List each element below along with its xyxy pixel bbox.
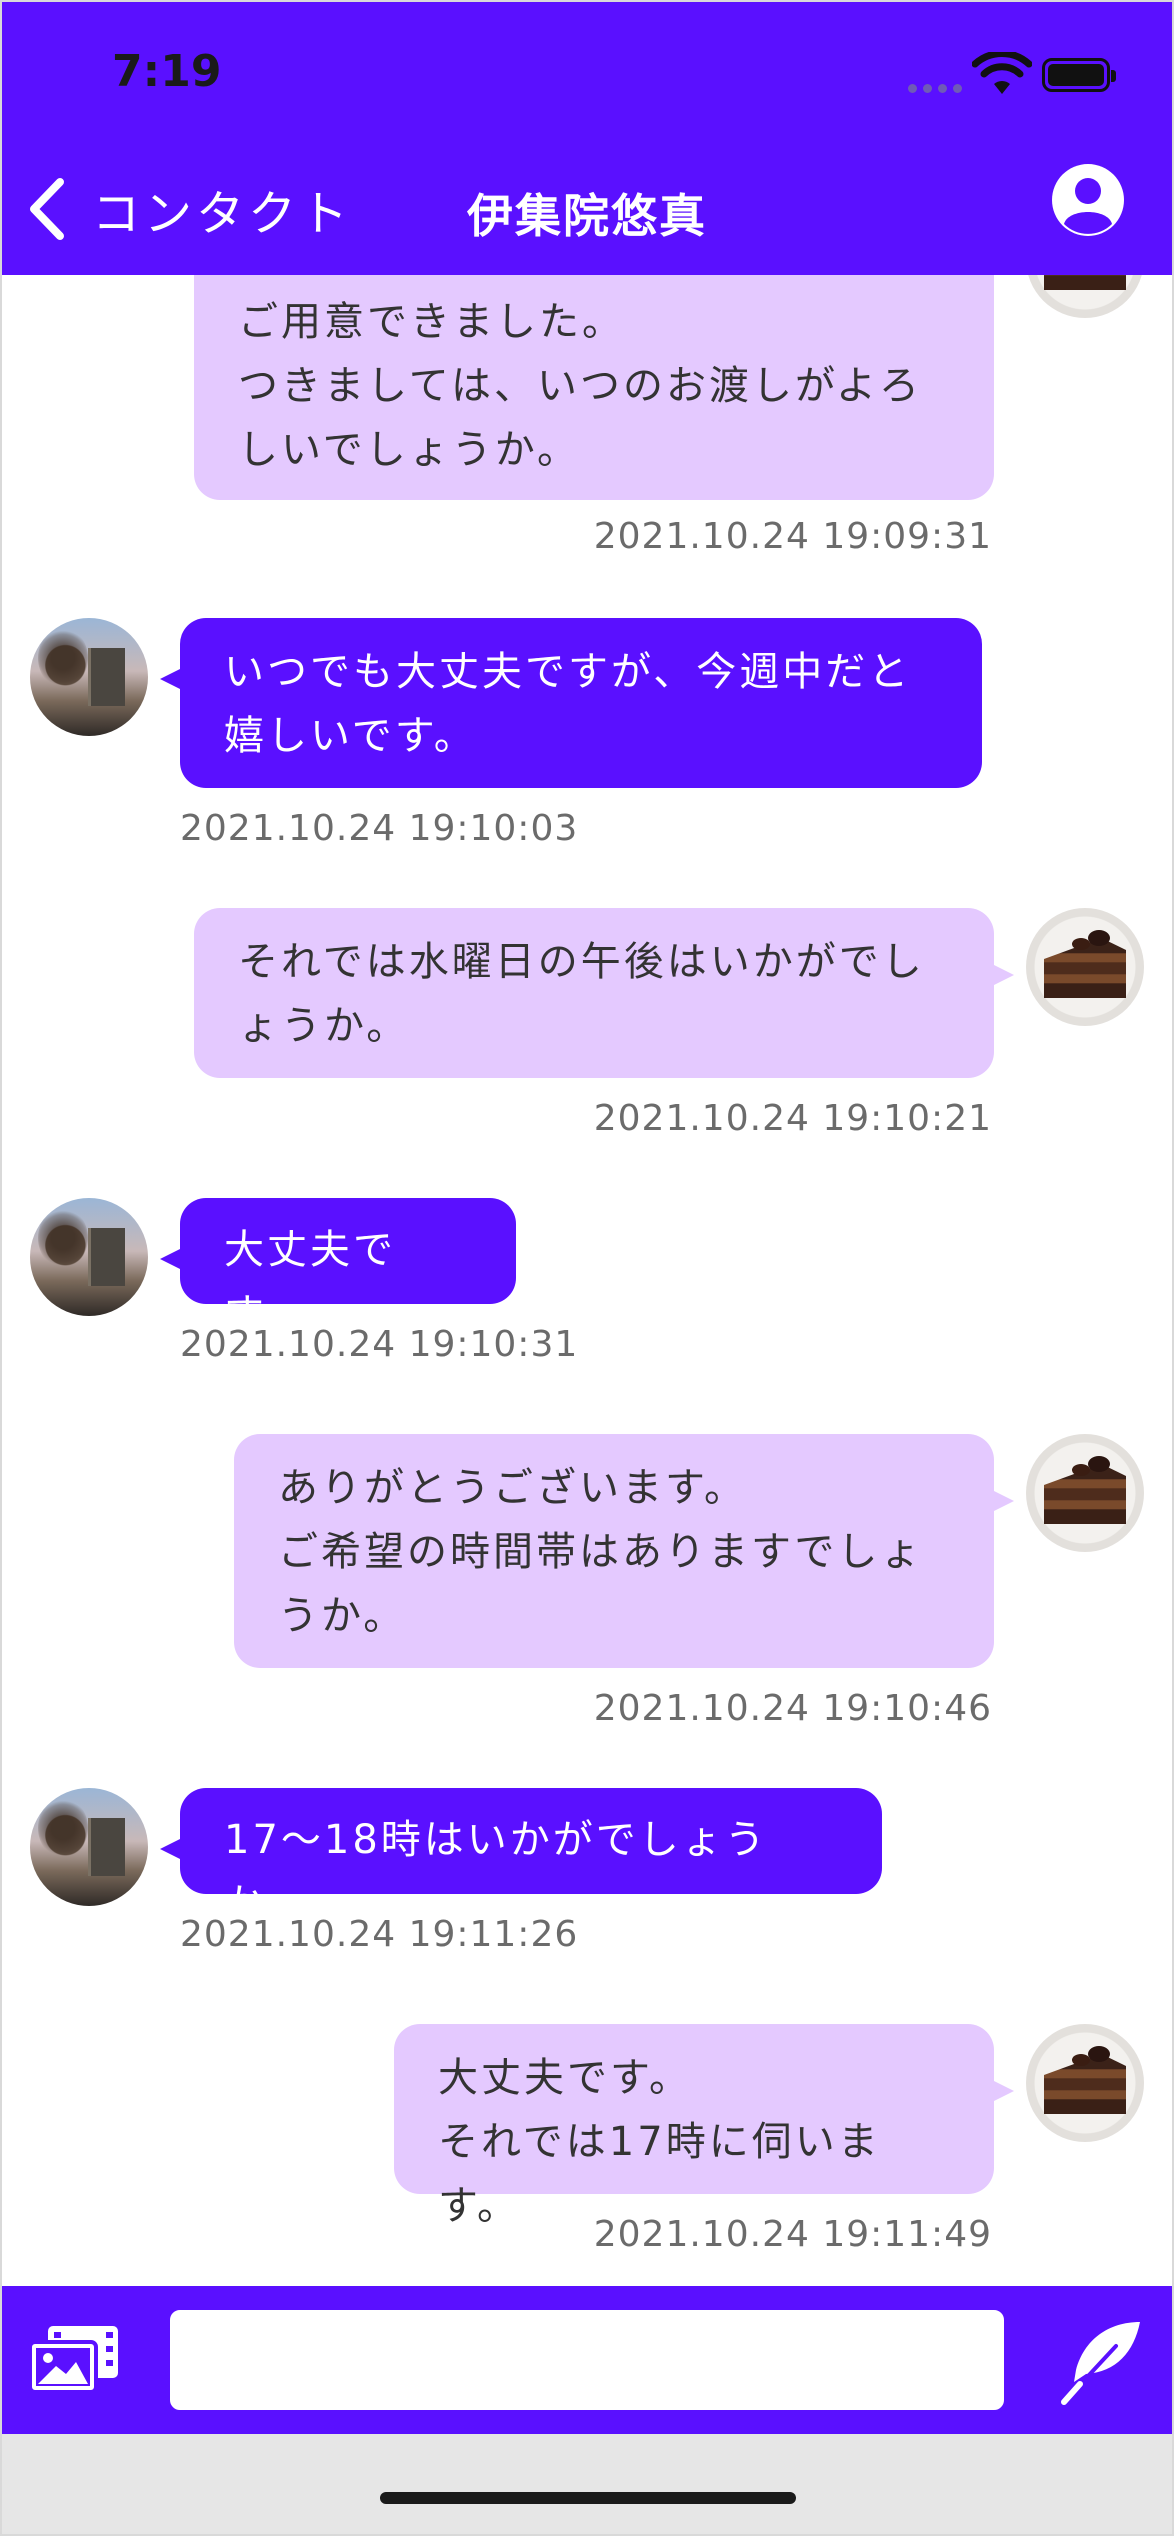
contact-avatar[interactable] (30, 618, 148, 736)
outgoing-message: 大丈夫です。 それでは17時に伺います。 (394, 2024, 1014, 2229)
cellular-signal-icon (908, 84, 962, 93)
message-timestamp: 2021.10.24 19:10:31 (180, 1324, 579, 1365)
message-timestamp: 2021.10.24 19:10:46 (593, 1688, 992, 1729)
home-indicator[interactable] (380, 2492, 796, 2504)
page-title: 伊集院悠真 (467, 189, 707, 243)
nav-bar: 7:19 コンタクト 伊集院悠真 (0, 0, 1174, 275)
feather-icon[interactable] (1058, 2316, 1148, 2406)
message-timestamp: 2021.10.24 19:11:49 (593, 2214, 992, 2255)
message-input[interactable] (166, 2306, 1008, 2414)
message-composer (0, 2286, 1174, 2434)
incoming-message: いつでも大丈夫ですが、今週中だと嬉しいです。 (160, 618, 982, 788)
message-timestamp: 2021.10.24 19:09:31 (593, 516, 992, 557)
home-indicator-area (0, 2434, 1174, 2536)
incoming-message: 17〜18時はいかがでしょうか。 (160, 1788, 882, 1927)
message-timestamp: 2021.10.24 19:11:26 (180, 1914, 579, 1955)
contact-avatar[interactable] (30, 1788, 148, 1906)
message-timestamp: 2021.10.24 19:10:21 (593, 1098, 992, 1139)
message-list[interactable]: ご用意できました。 つきましては、いつのお渡しがよろしいでしょうか。 2021.… (0, 0, 1174, 2286)
incoming-message: 大丈夫です。 (160, 1198, 516, 1337)
wifi-icon (972, 52, 1032, 94)
battery-icon (1042, 58, 1116, 92)
photo-film-icon[interactable] (28, 2322, 122, 2396)
my-avatar (1026, 908, 1144, 1026)
message-timestamp: 2021.10.24 19:10:03 (180, 808, 579, 849)
contact-avatar[interactable] (30, 1198, 148, 1316)
outgoing-message: それでは水曜日の午後はいかがでしょうか。 (194, 908, 1014, 1078)
my-avatar (1026, 2024, 1144, 2142)
person-circle-icon[interactable] (1048, 160, 1128, 240)
my-avatar (1026, 1434, 1144, 1552)
status-time: 7:19 (112, 46, 222, 97)
outgoing-message: ありがとうございます。 ご希望の時間帯はありますでしょうか。 (234, 1434, 1014, 1668)
